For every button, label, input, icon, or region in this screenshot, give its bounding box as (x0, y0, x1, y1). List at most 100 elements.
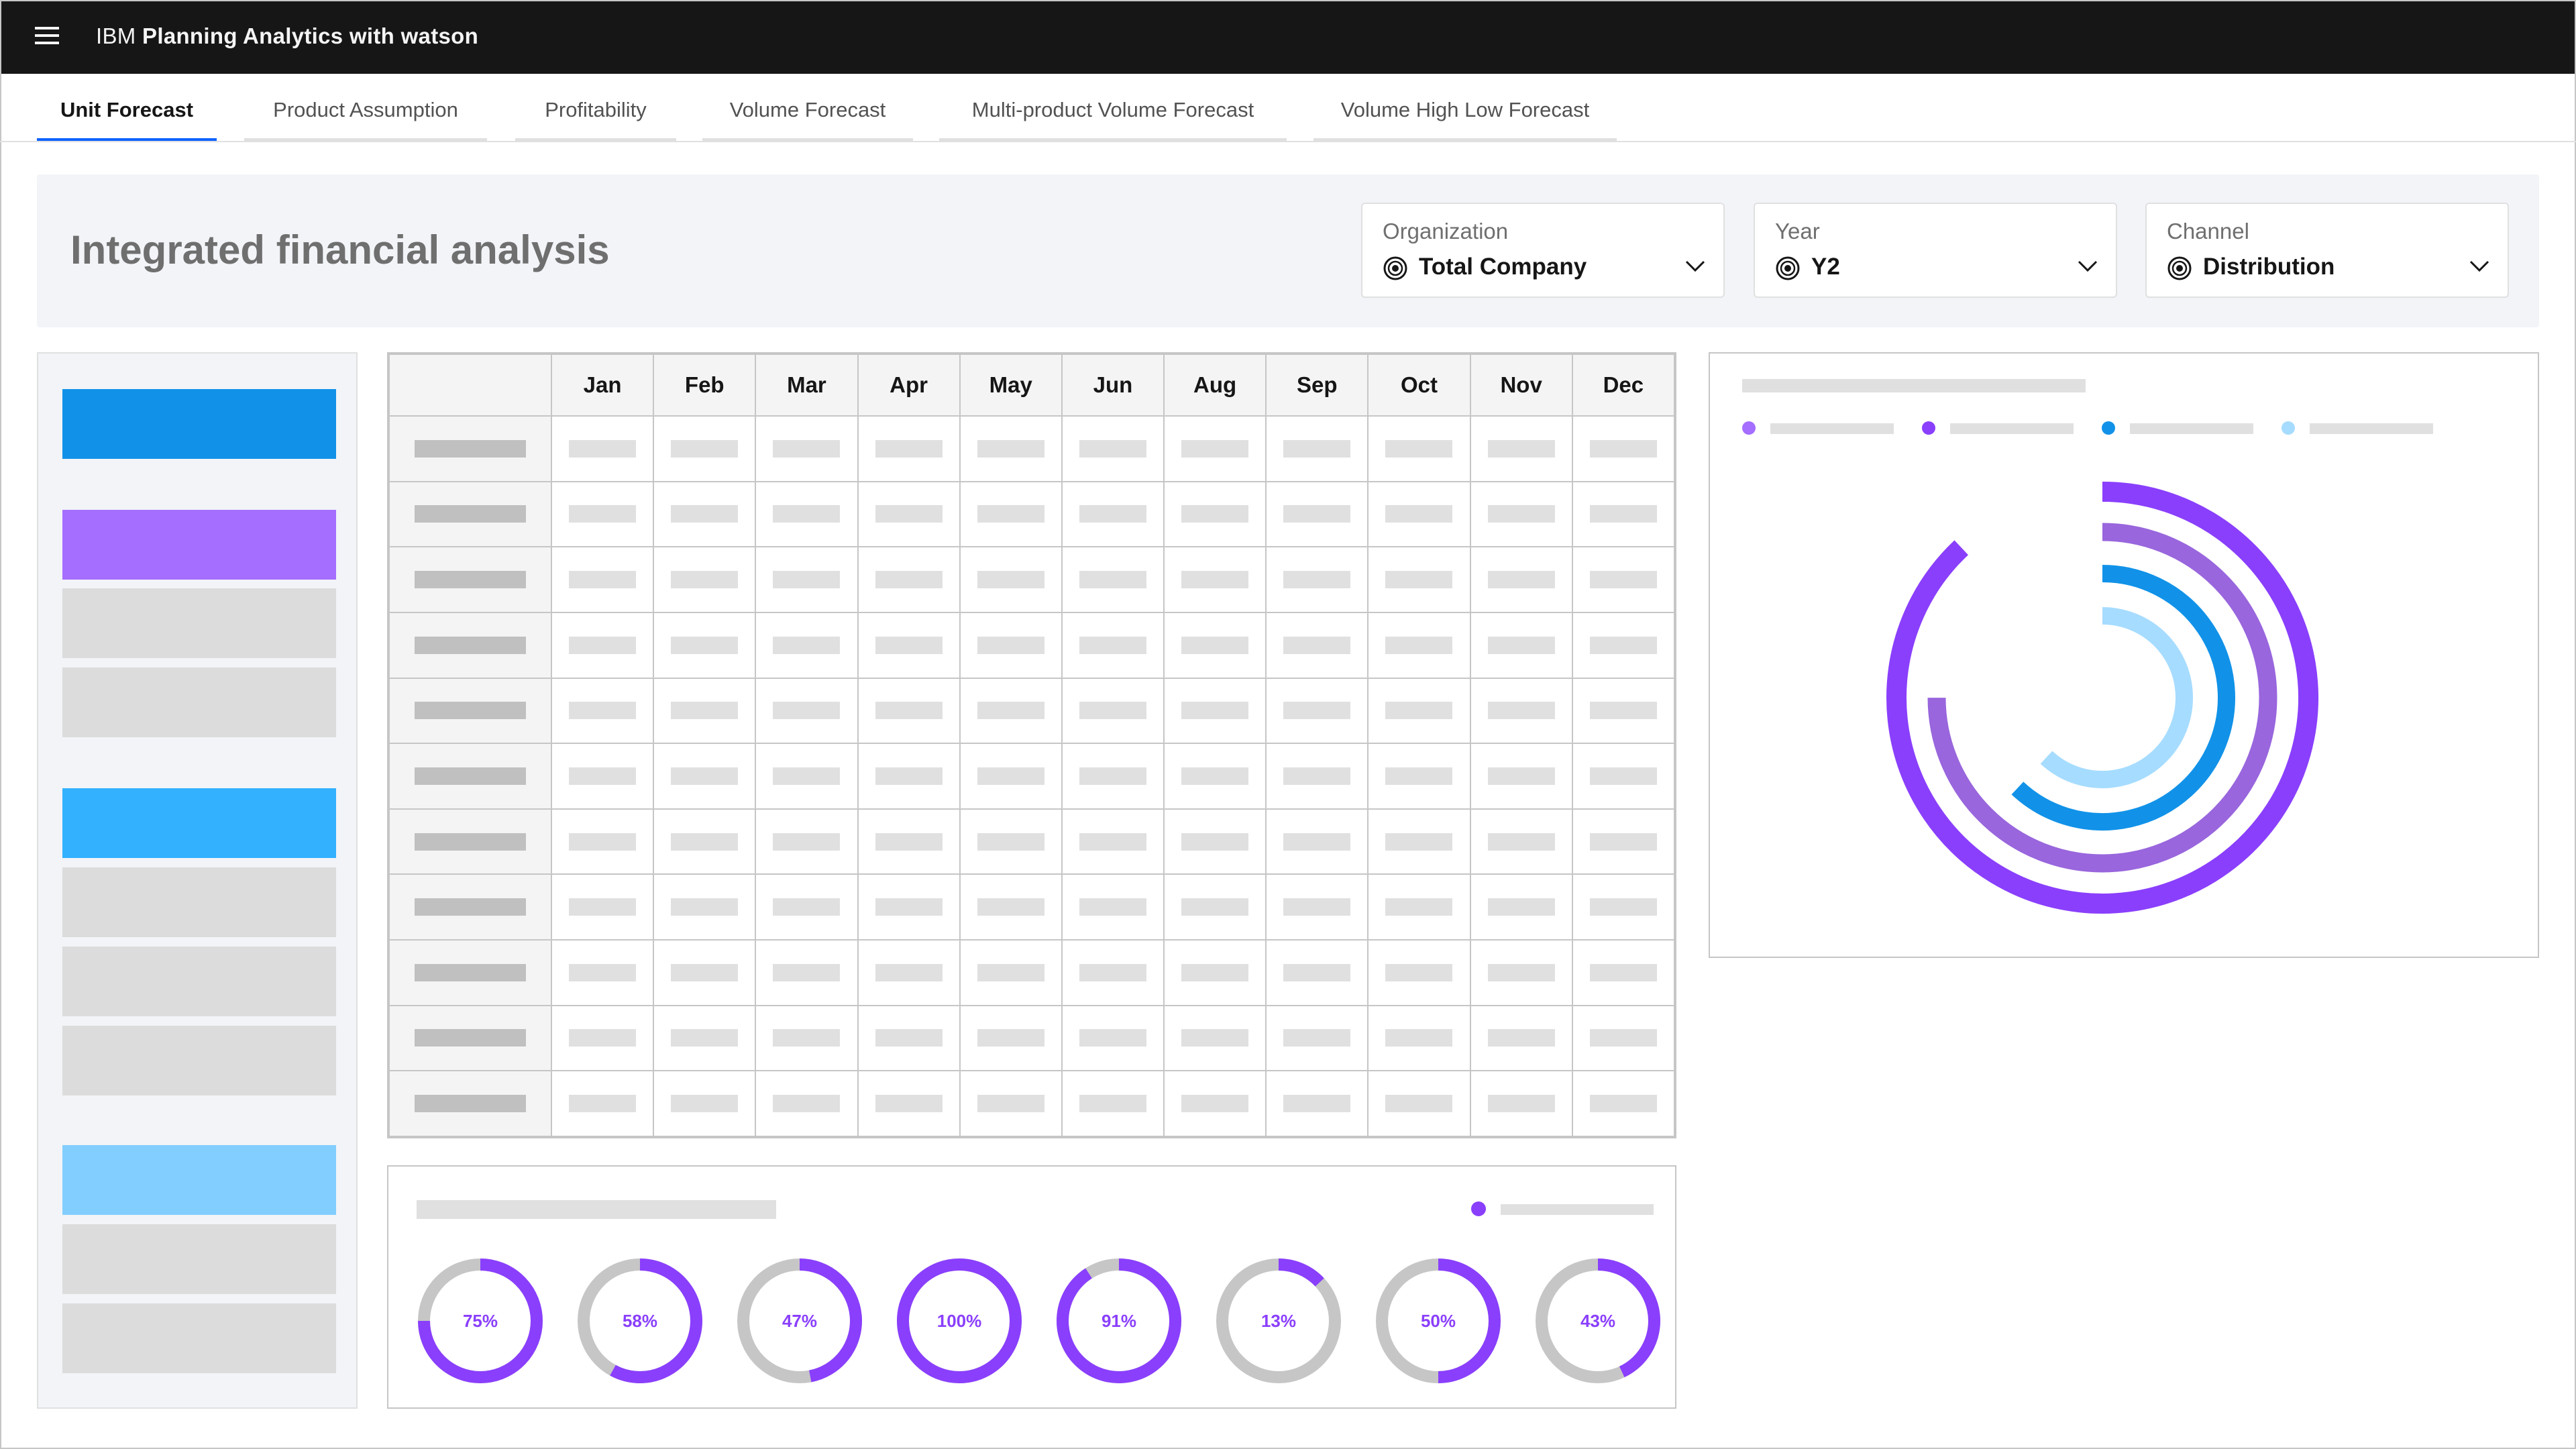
table-cell[interactable] (1469, 677, 1573, 745)
table-cell[interactable] (1163, 873, 1267, 941)
table-cell[interactable] (1163, 1070, 1267, 1137)
table-cell[interactable] (1367, 808, 1471, 875)
table-cell[interactable] (1469, 415, 1573, 482)
tab-multi-product-volume-forecast[interactable]: Multi-product Volume Forecast (939, 98, 1287, 141)
table-cell[interactable] (857, 546, 961, 613)
table-cell[interactable] (1061, 743, 1165, 810)
table-cell[interactable] (1061, 939, 1165, 1006)
row-header-cell[interactable] (388, 677, 552, 745)
table-cell[interactable] (755, 873, 859, 941)
left-block-placeholder[interactable] (62, 667, 336, 737)
table-cell[interactable] (1265, 611, 1369, 679)
table-cell[interactable] (550, 415, 655, 482)
table-cell[interactable] (959, 743, 1063, 810)
table-cell[interactable] (1367, 480, 1471, 548)
table-cell[interactable] (1571, 415, 1676, 482)
table-cell[interactable] (857, 1004, 961, 1072)
left-block-light-blue[interactable] (62, 1145, 336, 1215)
table-cell[interactable] (1061, 1004, 1165, 1072)
left-block-blue[interactable] (62, 389, 336, 459)
table-cell[interactable] (1061, 415, 1165, 482)
table-cell[interactable] (1265, 415, 1369, 482)
table-cell[interactable] (1367, 415, 1471, 482)
table-cell[interactable] (959, 873, 1063, 941)
table-cell[interactable] (857, 939, 961, 1006)
table-cell[interactable] (550, 677, 655, 745)
table-cell[interactable] (653, 873, 757, 941)
table-cell[interactable] (1469, 743, 1573, 810)
table-cell[interactable] (857, 808, 961, 875)
table-cell[interactable] (1367, 1070, 1471, 1137)
row-header-cell[interactable] (388, 808, 552, 875)
table-cell[interactable] (755, 611, 859, 679)
table-cell[interactable] (1469, 546, 1573, 613)
table-cell[interactable] (1469, 1004, 1573, 1072)
table-cell[interactable] (857, 480, 961, 548)
table-cell[interactable] (1265, 873, 1369, 941)
donut-chart[interactable]: 100% (896, 1257, 1023, 1385)
table-cell[interactable] (653, 743, 757, 810)
table-cell[interactable] (1163, 480, 1267, 548)
donut-chart[interactable]: 75% (417, 1257, 544, 1385)
table-cell[interactable] (550, 546, 655, 613)
table-cell[interactable] (1265, 939, 1369, 1006)
table-cell[interactable] (1571, 480, 1676, 548)
table-cell[interactable] (1163, 808, 1267, 875)
table-cell[interactable] (857, 743, 961, 810)
table-cell[interactable] (1163, 546, 1267, 613)
row-header-cell[interactable] (388, 611, 552, 679)
table-cell[interactable] (1265, 1070, 1369, 1137)
row-header-cell[interactable] (388, 1070, 552, 1137)
table-cell[interactable] (550, 939, 655, 1006)
table-cell[interactable] (959, 546, 1063, 613)
table-cell[interactable] (857, 873, 961, 941)
donut-chart[interactable]: 50% (1375, 1257, 1502, 1385)
row-header-cell[interactable] (388, 480, 552, 548)
table-cell[interactable] (1265, 743, 1369, 810)
table-cell[interactable] (1265, 1004, 1369, 1072)
table-cell[interactable] (550, 873, 655, 941)
table-cell[interactable] (1163, 939, 1267, 1006)
table-cell[interactable] (1061, 677, 1165, 745)
row-header-cell[interactable] (388, 743, 552, 810)
table-cell[interactable] (1571, 1070, 1676, 1137)
tab-volume-forecast[interactable]: Volume Forecast (702, 98, 913, 141)
table-cell[interactable] (959, 1004, 1063, 1072)
table-cell[interactable] (653, 1004, 757, 1072)
table-cell[interactable] (1061, 1070, 1165, 1137)
table-cell[interactable] (755, 480, 859, 548)
table-cell[interactable] (1571, 677, 1676, 745)
table-cell[interactable] (653, 1070, 757, 1137)
table-cell[interactable] (653, 611, 757, 679)
table-cell[interactable] (755, 1004, 859, 1072)
row-header-cell[interactable] (388, 1004, 552, 1072)
table-cell[interactable] (959, 677, 1063, 745)
table-cell[interactable] (1265, 677, 1369, 745)
table-cell[interactable] (653, 677, 757, 745)
table-cell[interactable] (1265, 480, 1369, 548)
table-cell[interactable] (1469, 939, 1573, 1006)
table-cell[interactable] (857, 1070, 961, 1137)
table-cell[interactable] (959, 1070, 1063, 1137)
table-cell[interactable] (1061, 611, 1165, 679)
table-cell[interactable] (1367, 743, 1471, 810)
table-cell[interactable] (755, 1070, 859, 1137)
donut-chart[interactable]: 91% (1055, 1257, 1183, 1385)
table-cell[interactable] (755, 808, 859, 875)
table-cell[interactable] (755, 415, 859, 482)
table-cell[interactable] (1571, 873, 1676, 941)
table-cell[interactable] (1571, 611, 1676, 679)
table-cell[interactable] (857, 611, 961, 679)
table-cell[interactable] (1571, 546, 1676, 613)
left-block-placeholder[interactable] (62, 1224, 336, 1294)
table-cell[interactable] (550, 611, 655, 679)
table-cell[interactable] (959, 415, 1063, 482)
tab-unit-forecast[interactable]: Unit Forecast (37, 98, 217, 141)
table-cell[interactable] (1061, 480, 1165, 548)
left-block-placeholder[interactable] (62, 1026, 336, 1095)
table-cell[interactable] (1367, 611, 1471, 679)
row-header-cell[interactable] (388, 415, 552, 482)
table-cell[interactable] (959, 808, 1063, 875)
donut-chart[interactable]: 43% (1534, 1257, 1662, 1385)
table-cell[interactable] (1061, 808, 1165, 875)
